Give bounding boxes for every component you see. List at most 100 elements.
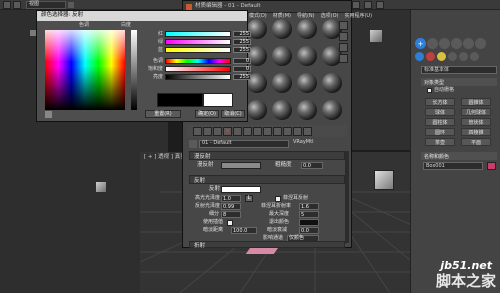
- cone-button[interactable]: 圆锥体: [461, 98, 491, 106]
- material-slot[interactable]: [297, 19, 317, 39]
- reference-coord-select[interactable]: 视图: [26, 1, 66, 9]
- geosphere-button[interactable]: 几何球体: [461, 108, 491, 116]
- subdivs-spinner[interactable]: 8: [221, 211, 241, 218]
- plane-button[interactable]: 平面: [461, 138, 491, 146]
- cameras-icon[interactable]: [448, 52, 457, 61]
- use-interp-checkbox[interactable]: [227, 220, 233, 226]
- render-setup-icon[interactable]: [352, 1, 360, 9]
- cancel-button[interactable]: 取消(C): [221, 110, 245, 118]
- rollout-object-type[interactable]: 对象类型: [421, 78, 497, 86]
- diffuse-color-swatch[interactable]: [221, 162, 261, 169]
- cylinder-button[interactable]: 圆柱体: [425, 118, 455, 126]
- material-type-button[interactable]: VRayMtl: [293, 140, 313, 145]
- sample-type-icon[interactable]: [339, 21, 348, 30]
- viewcube-icon[interactable]: [374, 170, 394, 190]
- put-to-scene-icon[interactable]: [203, 126, 212, 136]
- geometry-icon[interactable]: [415, 52, 424, 61]
- params-scrollbar[interactable]: [345, 151, 349, 243]
- red-value[interactable]: 255: [233, 31, 251, 37]
- spacewarps-icon[interactable]: [470, 52, 479, 61]
- material-slot[interactable]: [272, 46, 292, 66]
- background-icon[interactable]: [339, 43, 348, 52]
- assign-material-icon[interactable]: [213, 126, 222, 136]
- show-end-result-icon[interactable]: [283, 126, 292, 136]
- whiteness-slider[interactable]: [131, 30, 137, 110]
- reflection-rollout[interactable]: 反射: [189, 175, 345, 184]
- show-map-icon[interactable]: [273, 126, 282, 136]
- color-picker-titlebar[interactable]: 颜色选择器: 反射: [37, 11, 247, 21]
- highlight-gloss-spinner[interactable]: 1.0: [221, 195, 241, 202]
- redo-icon[interactable]: [13, 1, 21, 9]
- put-to-library-icon[interactable]: [253, 126, 262, 136]
- go-forward-icon[interactable]: [303, 126, 312, 136]
- copy-material-icon[interactable]: [233, 126, 242, 136]
- material-name-input[interactable]: 01 - Default: [199, 140, 289, 148]
- render-frame-icon[interactable]: [364, 1, 372, 9]
- lights-icon[interactable]: [437, 52, 446, 61]
- green-slider[interactable]: [165, 39, 231, 45]
- backlight-icon[interactable]: [339, 32, 348, 41]
- fresnel-checkbox[interactable]: [275, 196, 281, 202]
- go-to-parent-icon[interactable]: [293, 126, 302, 136]
- shapes-icon[interactable]: [426, 52, 435, 61]
- dim-falloff-spinner[interactable]: 0.0: [299, 227, 319, 234]
- lock-button[interactable]: L: [245, 195, 253, 202]
- material-slot[interactable]: [322, 100, 342, 120]
- hue-slider[interactable]: [165, 58, 231, 64]
- dim-distance-spinner[interactable]: 100.0: [231, 227, 257, 234]
- saturation-value[interactable]: 0: [233, 66, 251, 72]
- value-slider[interactable]: [165, 74, 231, 80]
- viewcube-icon[interactable]: [96, 182, 106, 192]
- object-name-input[interactable]: Box001: [423, 162, 483, 170]
- uv-tiling-icon[interactable]: [339, 54, 348, 63]
- teapot-button[interactable]: 茶壶: [425, 138, 455, 146]
- material-slot[interactable]: [297, 46, 317, 66]
- create-tab-icon[interactable]: +: [415, 38, 426, 49]
- material-slot[interactable]: [247, 100, 267, 120]
- material-slot[interactable]: [272, 73, 292, 93]
- reflection-color-swatch[interactable]: [221, 186, 261, 193]
- make-unique-icon[interactable]: [243, 126, 252, 136]
- modify-tab-icon[interactable]: [427, 38, 438, 49]
- green-value[interactable]: 255: [233, 39, 251, 45]
- blue-value[interactable]: 255: [233, 47, 251, 53]
- utilities-tab-icon[interactable]: [475, 38, 486, 49]
- hierarchy-tab-icon[interactable]: [439, 38, 450, 49]
- roughness-spinner[interactable]: 0.0: [301, 162, 323, 169]
- material-slot[interactable]: [272, 100, 292, 120]
- blue-slider[interactable]: [165, 47, 231, 53]
- primitive-type-dropdown[interactable]: 标准基本体: [421, 66, 497, 74]
- eyedropper-icon[interactable]: [189, 140, 197, 148]
- get-material-icon[interactable]: [193, 126, 202, 136]
- helpers-icon[interactable]: [459, 52, 468, 61]
- autogrid-checkbox[interactable]: [427, 88, 432, 93]
- material-id-icon[interactable]: [263, 126, 272, 136]
- refl-gloss-spinner[interactable]: 0.99: [221, 203, 241, 210]
- reset-button[interactable]: 重置(R): [145, 110, 181, 118]
- fresnel-ior-spinner[interactable]: 1.6: [299, 203, 319, 210]
- viewcube-icon[interactable]: [370, 30, 382, 42]
- value-value[interactable]: 255: [233, 74, 251, 80]
- object-color-swatch[interactable]: [487, 162, 496, 170]
- max-depth-spinner[interactable]: 5: [299, 211, 319, 218]
- motion-tab-icon[interactable]: [451, 38, 462, 49]
- diffuse-rollout[interactable]: 漫反射: [189, 151, 345, 160]
- undo-icon[interactable]: [3, 1, 11, 9]
- material-slot[interactable]: [272, 19, 292, 39]
- ok-button[interactable]: 确定(O): [195, 110, 219, 118]
- material-slot[interactable]: [322, 73, 342, 93]
- saturation-slider[interactable]: [165, 66, 231, 72]
- sphere-button[interactable]: 球体: [425, 108, 455, 116]
- material-slot[interactable]: [297, 100, 317, 120]
- hue-value[interactable]: 0: [233, 58, 251, 64]
- render-icon[interactable]: [376, 1, 384, 9]
- tube-button[interactable]: 管状体: [461, 118, 491, 126]
- torus-button[interactable]: 圆环: [425, 128, 455, 136]
- display-tab-icon[interactable]: [463, 38, 474, 49]
- reset-map-icon[interactable]: ✕: [223, 126, 232, 136]
- exit-color-swatch[interactable]: [299, 219, 319, 226]
- eyedropper-icon[interactable]: [45, 111, 52, 118]
- box-button[interactable]: 长方体: [425, 98, 455, 106]
- refraction-rollout[interactable]: 折射: [189, 241, 345, 249]
- chevron-down-icon[interactable]: [68, 2, 74, 8]
